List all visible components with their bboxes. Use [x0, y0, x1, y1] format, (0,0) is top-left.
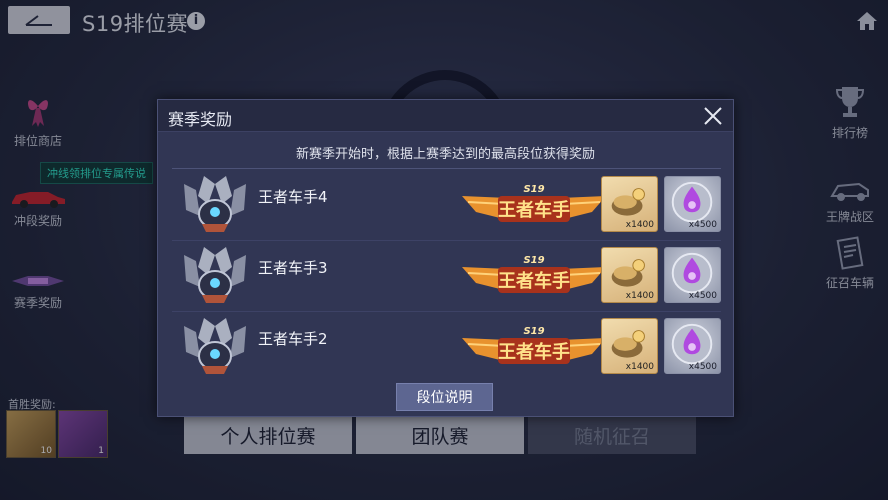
rank-emblem-icon	[184, 318, 246, 374]
divider	[172, 168, 721, 169]
rank-name: 王者车手2	[258, 330, 328, 348]
item-quantity: x1400	[625, 362, 654, 372]
reward-item-gem[interactable]: x4500	[664, 176, 721, 232]
reward-item-gem[interactable]: x4500	[664, 247, 721, 303]
reward-list: 王者车手4 S19 王者车手 x1400 x4500 王者车手3 S19 王者车…	[172, 170, 721, 383]
dialog-header: 赛季奖励	[158, 100, 733, 132]
item-quantity: x1400	[625, 220, 654, 230]
dialog-description: 新赛季开始时，根据上赛季达到的最高段位获得奖励	[295, 147, 595, 162]
badge-text: 王者车手	[498, 199, 570, 221]
badge-text: 王者车手	[498, 270, 570, 292]
dialog-title: 赛季奖励	[168, 110, 233, 129]
season-rewards-dialog: 赛季奖励 新赛季开始时，根据上赛季达到的最高段位获得奖励 王者车手4 S19 王…	[157, 99, 734, 417]
rank-emblem-icon	[184, 247, 246, 303]
rank-name: 王者车手4	[258, 188, 328, 206]
reward-item-coins[interactable]: x1400	[601, 318, 658, 374]
item-quantity: x4500	[688, 291, 717, 301]
reward-row: 王者车手3 S19 王者车手 x1400 x4500	[172, 241, 721, 312]
reward-item-coins[interactable]: x1400	[601, 176, 658, 232]
reward-row: 王者车手4 S19 王者车手 x1400 x4500	[172, 170, 721, 241]
badge-text: 王者车手	[498, 341, 570, 363]
item-quantity: x1400	[625, 291, 654, 301]
badge-season: S19	[523, 184, 544, 195]
rank-emblem-icon	[184, 176, 246, 232]
badge-season: S19	[523, 326, 544, 337]
rank-explanation-button[interactable]: 段位说明	[396, 383, 493, 411]
title-badge-icon: S19 王者车手	[462, 255, 606, 293]
close-icon	[704, 107, 722, 125]
rank-name: 王者车手3	[258, 259, 328, 277]
badge-season: S19	[523, 255, 544, 266]
item-quantity: x4500	[688, 220, 717, 230]
reward-item-coins[interactable]: x1400	[601, 247, 658, 303]
reward-item-gem[interactable]: x4500	[664, 318, 721, 374]
item-quantity: x4500	[688, 362, 717, 372]
reward-row: 王者车手2 S19 王者车手 x1400 x4500	[172, 312, 721, 383]
close-button[interactable]	[701, 104, 725, 128]
title-badge-icon: S19 王者车手	[462, 184, 606, 222]
title-badge-icon: S19 王者车手	[462, 326, 606, 364]
